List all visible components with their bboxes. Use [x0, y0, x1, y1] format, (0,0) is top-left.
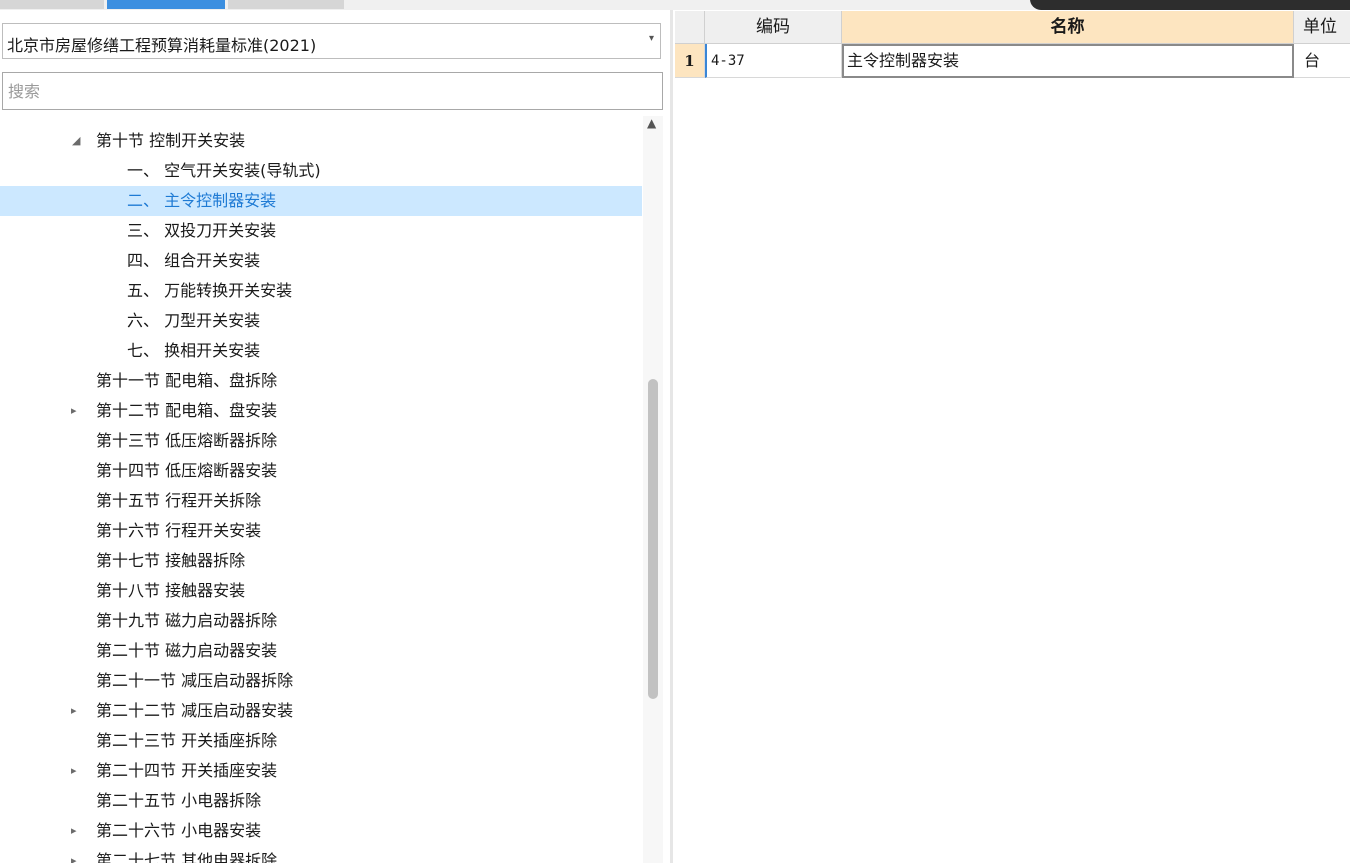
- tree-item[interactable]: 第十七节 接触器拆除: [0, 546, 642, 576]
- tree-item[interactable]: ▸ 第二十二节 减压启动器安装: [0, 696, 642, 726]
- cell-unit[interactable]: 台: [1294, 44, 1350, 78]
- tree-item[interactable]: 七、 换相开关安装: [0, 336, 642, 366]
- tree-item-label: 第十九节 磁力启动器拆除: [96, 611, 278, 630]
- tree-item[interactable]: 第二十一节 减压启动器拆除: [0, 666, 642, 696]
- column-header-unit[interactable]: 单位: [1294, 11, 1350, 44]
- standard-select[interactable]: 北京市房屋修缮工程预算消耗量标准(2021) ▾: [2, 23, 661, 59]
- row-number[interactable]: 1: [675, 44, 705, 78]
- tree-scrollbar[interactable]: ▲: [643, 116, 663, 863]
- standard-select-value: 北京市房屋修缮工程预算消耗量标准(2021): [7, 36, 317, 55]
- collapse-triangle-icon[interactable]: ▸: [71, 846, 77, 863]
- tree-item-label: 第十一节 配电箱、盘拆除: [96, 371, 278, 390]
- tree-item-label: 第二十五节 小电器拆除: [96, 791, 262, 810]
- column-header-name[interactable]: 名称: [842, 11, 1294, 44]
- tree-item-label: 第十节 控制开关安装: [96, 131, 246, 150]
- tree-item-label: 第二十节 磁力启动器安装: [96, 641, 278, 660]
- tree-item[interactable]: 第十六节 行程开关安装: [0, 516, 642, 546]
- tree-item[interactable]: 二、 主令控制器安装: [0, 186, 642, 216]
- floating-toolbar: [1030, 0, 1350, 10]
- tree-item-label: 第二十三节 开关插座拆除: [96, 731, 278, 750]
- tab-active[interactable]: [107, 0, 225, 9]
- tree-item-label: 第二十六节 小电器安装: [96, 821, 262, 840]
- tree-item[interactable]: ▸ 第十二节 配电箱、盘安装: [0, 396, 642, 426]
- collapse-triangle-icon[interactable]: ▸: [71, 696, 77, 726]
- tree-item[interactable]: 三、 双投刀开关安装: [0, 216, 642, 246]
- tree-item-label: 第十四节 低压熔断器安装: [96, 461, 278, 480]
- tree-item-label: 二、 主令控制器安装: [127, 191, 277, 210]
- tree-item[interactable]: 五、 万能转换开关安装: [0, 276, 642, 306]
- tree-item-label: 第十八节 接触器安装: [96, 581, 246, 600]
- quota-library-panel: 北京市房屋修缮工程预算消耗量标准(2021) ▾ ◢ 第十节 控制开关安装一、 空…: [0, 10, 670, 863]
- tree-item-label: 五、 万能转换开关安装: [127, 281, 293, 300]
- collapse-triangle-icon[interactable]: ▸: [71, 816, 77, 846]
- row-number-header: [675, 11, 705, 44]
- tree-item-label: 第十六节 行程开关安装: [96, 521, 262, 540]
- collapse-triangle-icon[interactable]: ▸: [71, 756, 77, 786]
- tree-item-label: 六、 刀型开关安装: [127, 311, 261, 330]
- chapter-tree: ◢ 第十节 控制开关安装一、 空气开关安装(导轨式) 二、 主令控制器安装 三、 双投…: [0, 116, 642, 863]
- tree-item[interactable]: ◢ 第十节 控制开关安装: [0, 126, 642, 156]
- tree-item[interactable]: 一、 空气开关安装(导轨式): [0, 156, 642, 186]
- tree-item-label: 第二十一节 减压启动器拆除: [96, 671, 294, 690]
- chevron-down-icon[interactable]: ▾: [649, 33, 654, 44]
- tree-item[interactable]: 第十八节 接触器安装: [0, 576, 642, 606]
- tree-item-label: 四、 组合开关安装: [127, 251, 261, 270]
- tree-item-label: 第二十四节 开关插座安装: [96, 761, 278, 780]
- scroll-up-icon[interactable]: ▲: [647, 116, 656, 130]
- tree-item[interactable]: 第二十三节 开关插座拆除: [0, 726, 642, 756]
- cell-code[interactable]: 4-37: [705, 44, 842, 78]
- tree-item[interactable]: 第二十五节 小电器拆除: [0, 786, 642, 816]
- tree-item-label: 第十二节 配电箱、盘安装: [96, 401, 278, 420]
- scroll-thumb[interactable]: [648, 379, 658, 699]
- tree-item[interactable]: 第二十节 磁力启动器安装: [0, 636, 642, 666]
- tree-item-label: 三、 双投刀开关安装: [127, 221, 277, 240]
- tree-item-label: 第二十七节 其他电器拆除: [96, 851, 278, 863]
- tree-item-label: 第二十二节 减压启动器安装: [96, 701, 294, 720]
- tree-item[interactable]: ▸ 第二十四节 开关插座安装: [0, 756, 642, 786]
- tree-item-label: 第十七节 接触器拆除: [96, 551, 246, 570]
- tab-previous[interactable]: [0, 0, 104, 9]
- tree-item[interactable]: ▸ 第二十六节 小电器安装: [0, 816, 642, 846]
- cell-name[interactable]: 主令控制器安装: [842, 44, 1294, 78]
- tree-item[interactable]: 第十五节 行程开关拆除: [0, 486, 642, 516]
- tree-item[interactable]: 六、 刀型开关安装: [0, 306, 642, 336]
- tab-next[interactable]: [228, 0, 344, 9]
- expand-triangle-icon[interactable]: ◢: [72, 126, 80, 156]
- collapse-triangle-icon[interactable]: ▸: [71, 396, 77, 426]
- search-input[interactable]: [2, 72, 663, 110]
- tree-item[interactable]: 第十三节 低压熔断器拆除: [0, 426, 642, 456]
- tree-item[interactable]: 第十九节 磁力启动器拆除: [0, 606, 642, 636]
- tree-item[interactable]: 第十四节 低压熔断器安装: [0, 456, 642, 486]
- tree-item-label: 七、 换相开关安装: [127, 341, 261, 360]
- tree-item[interactable]: 四、 组合开关安装: [0, 246, 642, 276]
- tree-item[interactable]: ▸ 第二十七节 其他电器拆除: [0, 846, 642, 863]
- tree-item-label: 第十五节 行程开关拆除: [96, 491, 262, 510]
- column-header-code[interactable]: 编码: [705, 11, 842, 44]
- tab-strip: [0, 0, 1350, 10]
- panel-splitter[interactable]: [670, 10, 673, 863]
- tree-item-label: 一、 空气开关安装(导轨式): [127, 161, 321, 180]
- tree-item-label: 第十三节 低压熔断器拆除: [96, 431, 278, 450]
- tree-item[interactable]: 第十一节 配电箱、盘拆除: [0, 366, 642, 396]
- quota-grid: 编码 名称 单位 1 4-37 主令控制器安装 台: [675, 10, 1350, 863]
